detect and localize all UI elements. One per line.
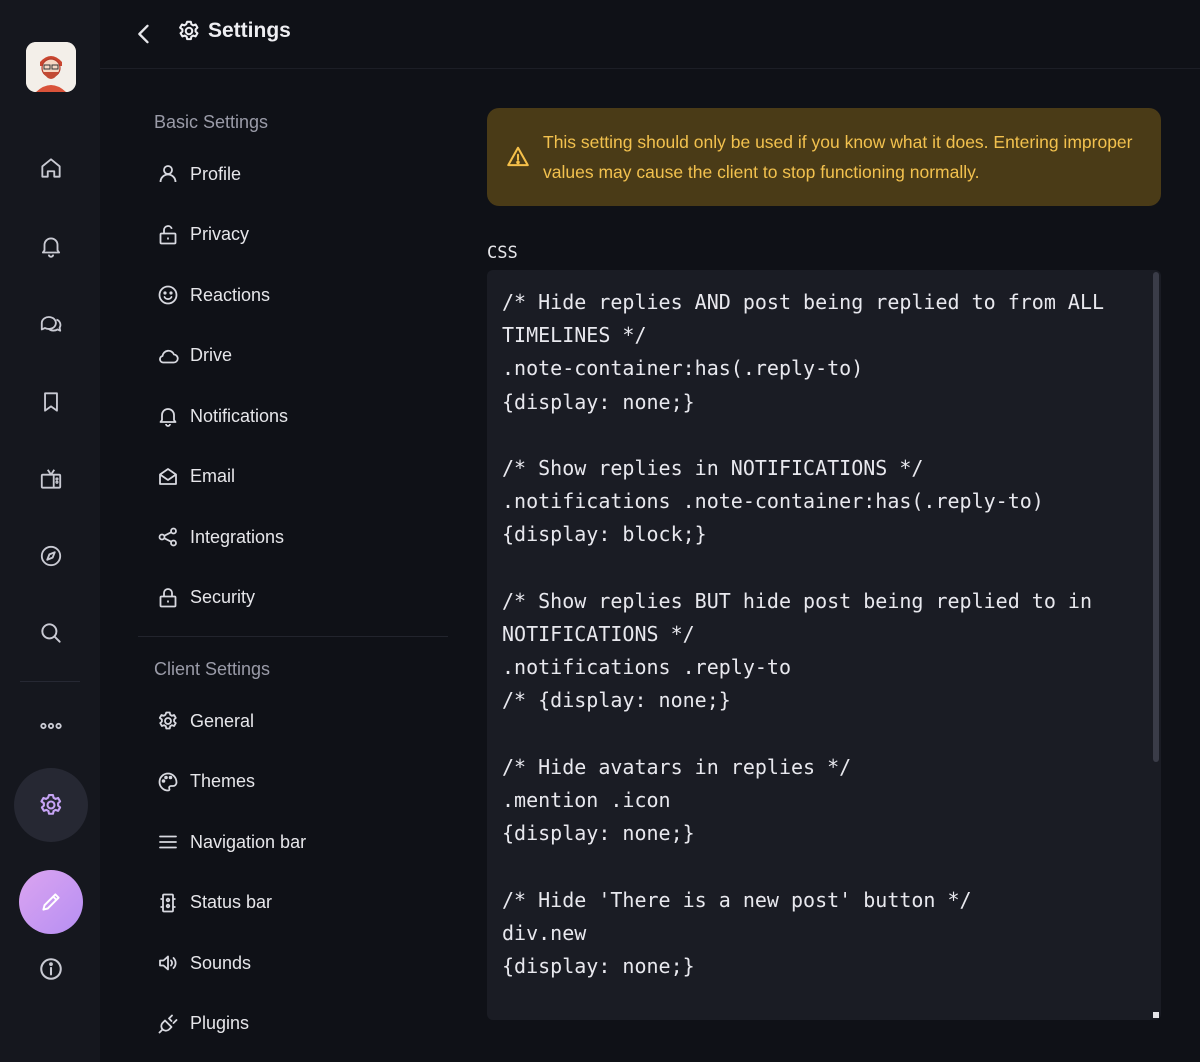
plug-icon: [158, 1014, 178, 1034]
share-icon: [158, 527, 177, 547]
info-button[interactable]: [25, 943, 77, 995]
bookmarks-button[interactable]: [25, 376, 77, 428]
lock-open-icon: [159, 224, 177, 245]
warning-banner: This setting should only be used if you …: [487, 108, 1161, 206]
palette-icon: [158, 772, 178, 792]
nav-item-label: Status bar: [190, 892, 273, 913]
menu-icon: [159, 835, 177, 849]
nav-item-plugins[interactable]: Plugins: [138, 994, 448, 1055]
rail-divider: [20, 681, 80, 682]
nav-item-drive[interactable]: Drive: [138, 326, 448, 387]
css-editor[interactable]: /* Hide replies AND post being replied t…: [487, 270, 1161, 1020]
settings-button[interactable]: [14, 768, 88, 842]
more-icon: [40, 722, 62, 730]
bookmark-icon: [44, 392, 58, 412]
nav-item-label: Notifications: [190, 405, 289, 426]
chat-button[interactable]: [25, 298, 77, 350]
css-editor-value[interactable]: /* Hide replies AND post being replied t…: [502, 286, 1121, 983]
nav-item-label: Drive: [190, 345, 233, 366]
basic-settings-title: Basic Settings: [154, 112, 269, 132]
settings-nav: Basic Settings Profile Privacy Reactions…: [138, 100, 448, 1054]
nav-item-label: Sounds: [190, 952, 252, 973]
client-settings-title: Client Settings: [154, 659, 271, 679]
nav-item-label: Themes: [190, 771, 256, 792]
smiley-icon: [158, 285, 178, 305]
nav-item-label: Profile: [190, 163, 242, 184]
chevron-left-icon: [138, 24, 149, 44]
page-header: Settings: [100, 0, 1200, 69]
search-button[interactable]: [25, 607, 77, 659]
nav-item-label: Plugins: [190, 1013, 250, 1034]
compass-icon: [40, 545, 62, 567]
cloud-icon: [159, 349, 179, 364]
more-button[interactable]: [25, 700, 77, 752]
envelope-icon: [159, 467, 177, 485]
lock-icon: [159, 587, 177, 608]
nav-item-label: Security: [190, 587, 256, 608]
user-icon: [159, 165, 177, 183]
css-label: CSS: [487, 243, 518, 263]
editor-scrollbar[interactable]: [1153, 272, 1159, 762]
nav-item-navigation-bar[interactable]: Navigation bar: [138, 812, 448, 873]
tv-icon: [40, 469, 62, 489]
nav-item-general[interactable]: General: [138, 691, 448, 752]
status-bar-icon: [160, 893, 176, 913]
gear-icon: [179, 20, 199, 41]
warning-icon: [507, 146, 529, 167]
nav-item-label: Reactions: [190, 284, 271, 305]
gear-icon: [158, 711, 177, 730]
nav-item-security[interactable]: Security: [138, 568, 448, 629]
nav-item-label: Integrations: [190, 526, 285, 547]
bell-icon: [41, 237, 61, 258]
nav-item-themes[interactable]: Themes: [138, 752, 448, 813]
chat-icon: [40, 316, 62, 332]
nav-divider: [138, 636, 448, 637]
nav-item-integrations[interactable]: Integrations: [138, 507, 448, 568]
home-button[interactable]: [25, 142, 77, 194]
channels-button[interactable]: [25, 453, 77, 505]
nav-item-label: Email: [190, 466, 236, 487]
nav-item-status-bar[interactable]: Status bar: [138, 873, 448, 934]
warning-text: This setting should only be used if you …: [543, 132, 1133, 182]
home-icon: [41, 158, 61, 178]
nav-item-label: Privacy: [190, 224, 250, 245]
nav-item-notifications[interactable]: Notifications: [138, 386, 448, 447]
settings-icon: [40, 794, 62, 815]
nav-item-reactions[interactable]: Reactions: [138, 265, 448, 326]
nav-item-sounds[interactable]: Sounds: [138, 933, 448, 994]
notifications-button[interactable]: [25, 220, 77, 272]
speaker-icon: [159, 955, 177, 971]
bell-icon: [159, 408, 177, 428]
pencil-icon: [42, 893, 60, 911]
avatar[interactable]: [26, 42, 76, 92]
resize-handle[interactable]: [1153, 1012, 1159, 1018]
nav-item-privacy[interactable]: Privacy: [138, 205, 448, 266]
back-button[interactable]: [130, 20, 158, 48]
page-title: Settings: [176, 18, 291, 44]
explore-button[interactable]: [25, 530, 77, 582]
search-icon: [41, 623, 61, 643]
info-icon: [40, 958, 62, 980]
nav-item-profile[interactable]: Profile: [138, 144, 448, 205]
compose-button[interactable]: [19, 870, 83, 934]
app-rail: [0, 0, 100, 1062]
nav-item-label: General: [190, 710, 255, 731]
page-title-text: Settings: [208, 19, 291, 42]
nav-item-label: Navigation bar: [190, 831, 307, 852]
nav-item-email[interactable]: Email: [138, 447, 448, 508]
